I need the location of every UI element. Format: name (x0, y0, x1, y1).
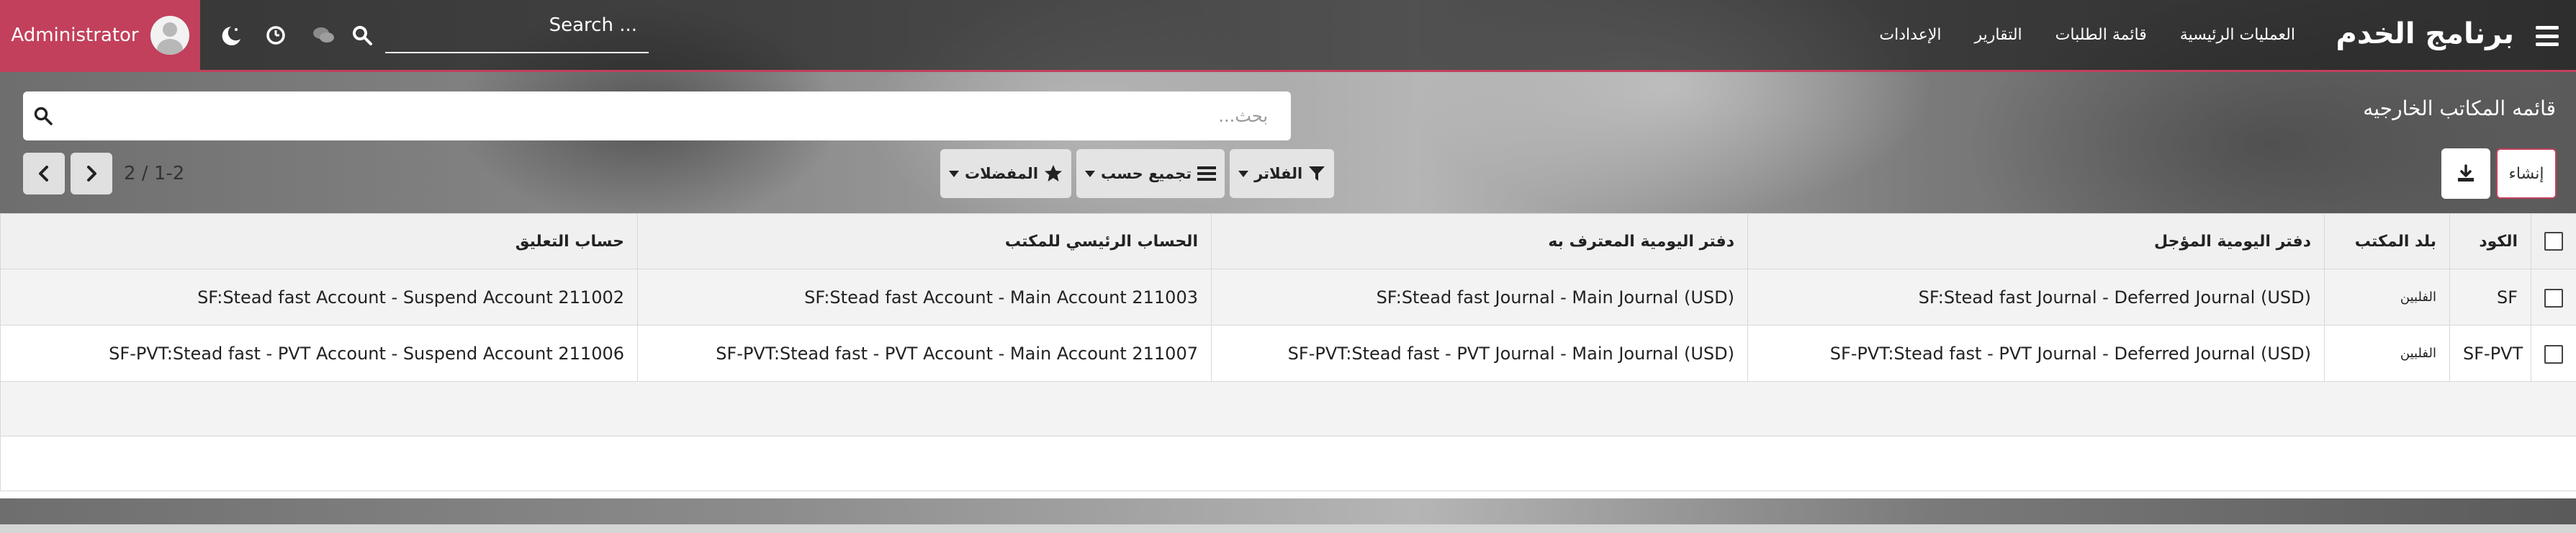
filters-label: الفلاتر (1254, 165, 1303, 182)
caret-down-icon (949, 170, 959, 177)
list-icon (1197, 166, 1217, 181)
pager-previous-button[interactable] (23, 153, 65, 194)
favorites-dropdown[interactable]: المفضلات (940, 149, 1072, 198)
menu-item-reports[interactable]: التقارير (1975, 26, 2022, 44)
avatar (150, 15, 189, 55)
group-by-dropdown[interactable]: تجميع حسب (1076, 149, 1225, 198)
cell-main-account: SF-PVT:Stead fast - PVT Account - Main A… (637, 325, 1212, 382)
caret-down-icon (1238, 170, 1249, 177)
cell-suspend-account: SF:Stead fast Account - Suspend Account … (0, 269, 638, 326)
row-checkbox[interactable] (2531, 325, 2576, 382)
empty-row (0, 381, 2576, 436)
cell-deferred-journal: SF-PVT:Stead fast - PVT Journal - Deferr… (1747, 325, 2325, 382)
records-table: الكود بلد المكتب دفتر اليومية المؤجل دفت… (0, 213, 2576, 491)
clock-icon[interactable] (265, 24, 287, 46)
download-button[interactable] (2441, 148, 2490, 199)
cell-country: الفلبين (2324, 325, 2450, 382)
pager-next-button[interactable] (71, 153, 112, 194)
star-icon (1045, 165, 1063, 182)
select-all-checkbox[interactable] (2531, 213, 2576, 269)
chat-icon[interactable] (312, 24, 335, 46)
cell-suspend-account: SF-PVT:Stead fast - PVT Account - Suspen… (0, 325, 638, 382)
column-header-deferred-journal[interactable]: دفتر اليومية المؤجل (1747, 213, 2325, 269)
cell-recognized-journal: SF-PVT:Stead fast - PVT Journal - Main J… (1211, 325, 1748, 382)
cell-main-account: SF:Stead fast Account - Main Account 211… (637, 269, 1212, 326)
chevron-left-icon (39, 166, 48, 182)
column-header-country[interactable]: بلد المكتب (2324, 213, 2450, 269)
cell-deferred-journal: SF:Stead fast Journal - Deferred Journal… (1747, 269, 2325, 326)
search-input[interactable]: بحث... (23, 91, 1291, 140)
menu-item-settings[interactable]: الإعدادات (1879, 26, 1941, 44)
top-search-underline (385, 52, 649, 53)
pager-value[interactable]: 2 / 1-2 (124, 163, 184, 184)
hamburger-menu-icon[interactable] (2533, 22, 2562, 50)
favorites-label: المفضلات (965, 165, 1039, 182)
menu-item-main-operations[interactable]: العمليات الرئيسية (2180, 26, 2295, 44)
cell-recognized-journal: SF:Stead fast Journal - Main Journal (US… (1211, 269, 1748, 326)
top-search-input[interactable]: Search ... (385, 14, 637, 36)
cell-country: الفلبين (2324, 269, 2450, 326)
caret-down-icon (1085, 170, 1096, 177)
download-icon (2458, 164, 2474, 182)
user-name: Administrator (11, 24, 139, 46)
search-icon[interactable] (351, 24, 373, 46)
column-header-code[interactable]: الكود (2449, 213, 2531, 269)
user-menu[interactable]: Administrator (0, 0, 200, 70)
group-by-label: تجميع حسب (1101, 165, 1192, 182)
search-icon[interactable] (33, 106, 53, 126)
filters-dropdown[interactable]: الفلاتر (1230, 149, 1335, 198)
moon-icon[interactable] (218, 24, 243, 48)
table-row[interactable]: SF الفلبين SF:Stead fast Journal - Defer… (0, 269, 2576, 326)
filter-icon (1309, 166, 1325, 181)
cell-code: SF (2449, 269, 2531, 326)
search-options: المفضلات تجميع حسب الفلاتر (940, 149, 1335, 198)
menu-item-orders-list[interactable]: قائمة الطلبات (2055, 26, 2147, 44)
top-navbar: برنامج الخدم العمليات الرئيسية قائمة الط… (0, 0, 2576, 72)
table-row[interactable]: SF-PVT الفلبين SF-PVT:Stead fast - PVT J… (0, 325, 2576, 382)
top-menu: العمليات الرئيسية قائمة الطلبات التقارير… (1879, 26, 2295, 44)
column-header-main-account[interactable]: الحساب الرئيسي للمكتب (637, 213, 1212, 269)
search-placeholder: بحث... (1218, 106, 1268, 126)
row-checkbox[interactable] (2531, 269, 2576, 326)
list-view: الكود بلد المكتب دفتر اليومية المؤجل دفت… (0, 213, 2576, 498)
column-header-suspend-account[interactable]: حساب التعليق (0, 213, 638, 269)
page-title: قائمه المكاتب الخارجيه (2363, 97, 2556, 120)
footer-strip (0, 524, 2576, 533)
column-header-recognized-journal[interactable]: دفتر اليومية المعترف به (1211, 213, 1748, 269)
cell-code: SF-PVT (2449, 325, 2531, 382)
app-brand[interactable]: برنامج الخدم (2336, 17, 2514, 50)
empty-row (0, 436, 2576, 491)
create-button[interactable]: إنشاء (2496, 148, 2557, 199)
table-header-row: الكود بلد المكتب دفتر اليومية المؤجل دفت… (0, 213, 2576, 269)
chevron-right-icon (87, 166, 96, 182)
